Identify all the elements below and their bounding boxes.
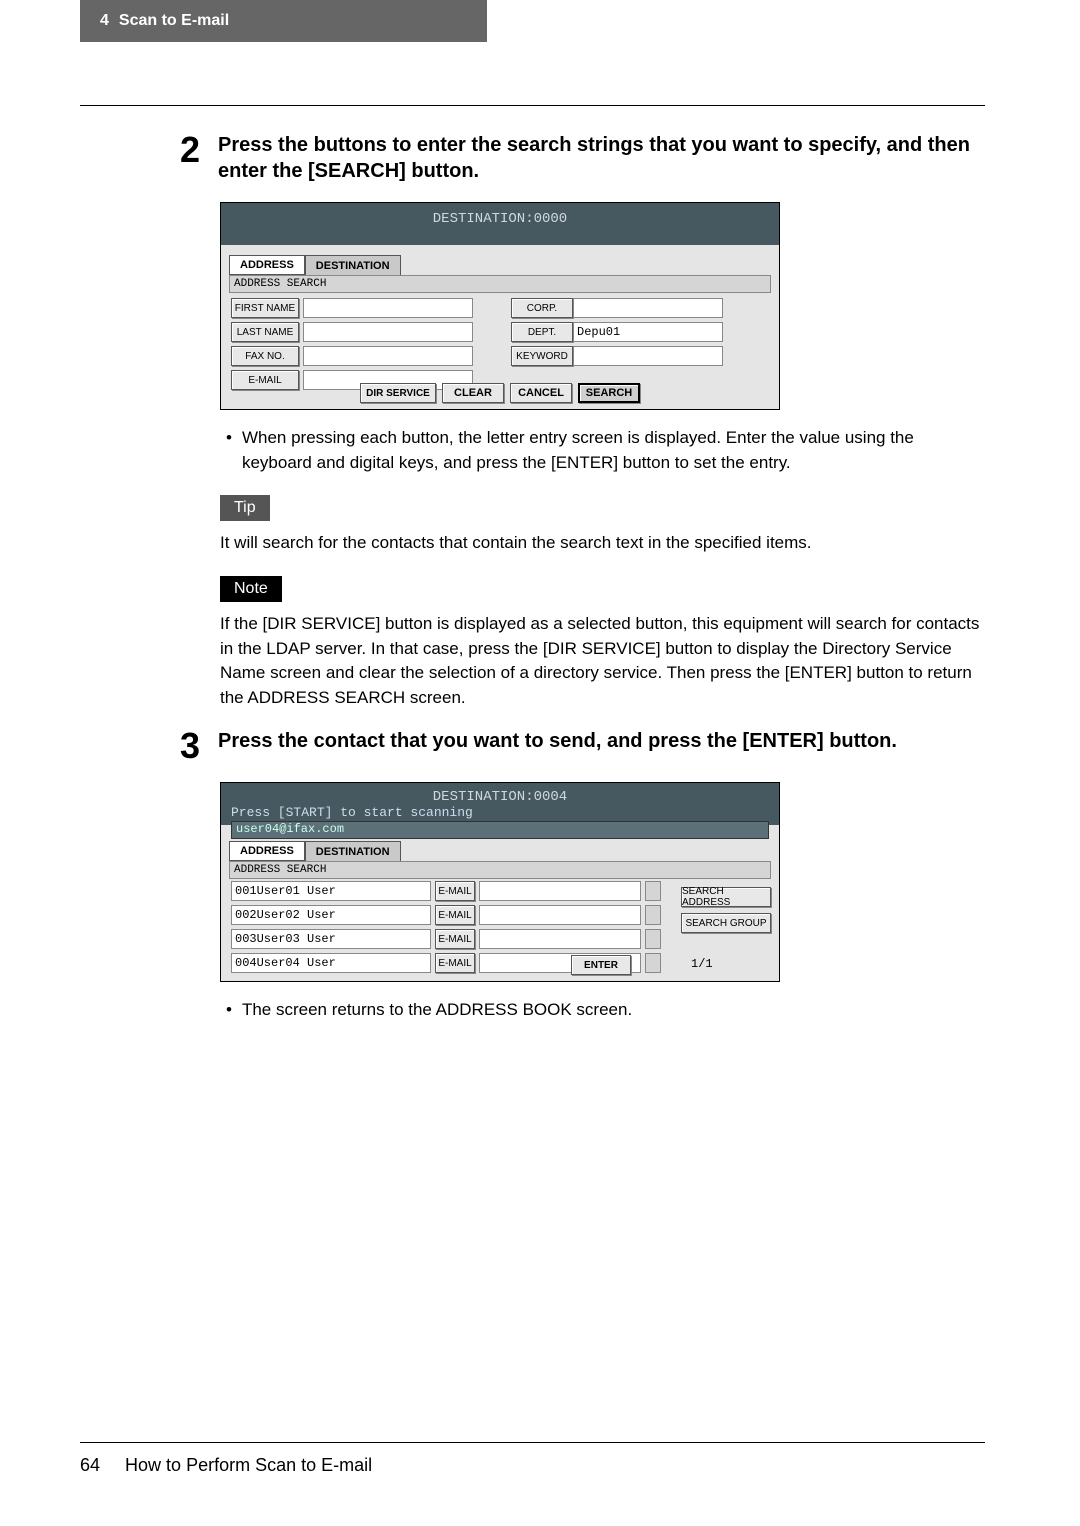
user-name: 002User02 User	[231, 905, 431, 925]
scroll-cell	[645, 929, 661, 949]
user-row-1[interactable]: 001User01 User E-MAIL	[231, 881, 661, 901]
blank-field	[479, 905, 641, 925]
destination-title: DESTINATION:0000	[221, 211, 779, 227]
blank-field	[479, 929, 641, 949]
step-number: 3	[180, 728, 218, 764]
dir-service-button[interactable]: DIR SERVICE	[360, 383, 436, 403]
scroll-cell	[645, 953, 661, 973]
tip-text: It will search for the contacts that con…	[220, 531, 985, 556]
corp-field[interactable]	[573, 298, 723, 318]
email-btn[interactable]: E-MAIL	[435, 929, 475, 949]
email-btn[interactable]: E-MAIL	[435, 881, 475, 901]
bullet-text: The screen returns to the ADDRESS BOOK s…	[242, 998, 985, 1023]
user-name: 001User01 User	[231, 881, 431, 901]
dept-field[interactable]: Depu01	[573, 322, 723, 342]
page-indicator: 1/1	[691, 957, 713, 971]
note-label: Note	[220, 576, 282, 602]
user-name: 003User03 User	[231, 929, 431, 949]
bullet-1: • When pressing each button, the letter …	[220, 426, 985, 475]
bottom-buttons: DIR SERVICE CLEAR CANCEL SEARCH	[221, 383, 779, 403]
scroll-cell	[645, 905, 661, 925]
start-line: Press [START] to start scanning	[231, 805, 473, 820]
first-name-field[interactable]	[303, 298, 473, 318]
blank-field	[479, 881, 641, 901]
bullet-text: When pressing each button, the letter en…	[242, 426, 985, 475]
screenshot-search: DESTINATION:0000 ADDRESS DESTINATION ADD…	[220, 202, 780, 410]
tab-bar: ADDRESS DESTINATION	[229, 255, 401, 275]
corp-button[interactable]: CORP.	[511, 298, 573, 318]
bullet-dot: •	[226, 998, 232, 1023]
scroll-cell	[645, 881, 661, 901]
chapter-header: 4 Scan to E-mail	[80, 0, 487, 42]
search-address-button[interactable]: SEARCH ADDRESS	[681, 887, 771, 907]
screenshot-results: DESTINATION:0004 Press [START] to start …	[220, 782, 780, 982]
bullet-2: • The screen returns to the ADDRESS BOOK…	[220, 998, 985, 1023]
step-2: 2 Press the buttons to enter the search …	[180, 132, 985, 184]
bullet-dot: •	[226, 426, 232, 475]
selected-user: user04@ifax.com	[231, 821, 769, 839]
tab-address[interactable]: ADDRESS	[229, 255, 305, 275]
email-btn[interactable]: E-MAIL	[435, 905, 475, 925]
destination-title: DESTINATION:0004	[221, 789, 779, 805]
keyword-field[interactable]	[573, 346, 723, 366]
page-number: 64	[80, 1455, 100, 1475]
keyword-button[interactable]: KEYWORD	[511, 346, 573, 366]
search-button[interactable]: SEARCH	[578, 383, 640, 403]
step-number: 2	[180, 132, 218, 184]
chapter-title: Scan to E-mail	[119, 12, 229, 30]
first-name-button[interactable]: FIRST NAME	[231, 298, 299, 318]
tab-address[interactable]: ADDRESS	[229, 841, 305, 861]
chapter-number: 4	[100, 12, 109, 30]
subbar: ADDRESS SEARCH	[229, 275, 771, 293]
tab-destination[interactable]: DESTINATION	[305, 841, 401, 861]
fax-no-field[interactable]	[303, 346, 473, 366]
user-name: 004User04 User	[231, 953, 431, 973]
dept-button[interactable]: DEPT.	[511, 322, 573, 342]
search-group-button[interactable]: SEARCH GROUP	[681, 913, 771, 933]
clear-button[interactable]: CLEAR	[442, 383, 504, 403]
step-instruction: Press the contact that you want to send,…	[218, 728, 985, 764]
step-3: 3 Press the contact that you want to sen…	[180, 728, 985, 764]
last-name-field[interactable]	[303, 322, 473, 342]
user-row-2[interactable]: 002User02 User E-MAIL	[231, 905, 661, 925]
email-btn[interactable]: E-MAIL	[435, 953, 475, 973]
tab-bar: ADDRESS DESTINATION	[229, 841, 401, 861]
step-instruction: Press the buttons to enter the search st…	[218, 132, 985, 184]
page-content: 2 Press the buttons to enter the search …	[80, 105, 985, 1023]
tip-label: Tip	[220, 495, 270, 521]
note-text: If the [DIR SERVICE] button is displayed…	[220, 612, 985, 711]
page-footer: 64 How to Perform Scan to E-mail	[80, 1442, 985, 1476]
enter-button[interactable]: ENTER	[571, 955, 631, 975]
subbar: ADDRESS SEARCH	[229, 861, 771, 879]
user-row-3[interactable]: 003User03 User E-MAIL	[231, 929, 661, 949]
last-name-button[interactable]: LAST NAME	[231, 322, 299, 342]
tab-destination[interactable]: DESTINATION	[305, 255, 401, 275]
footer-title: How to Perform Scan to E-mail	[125, 1455, 372, 1475]
cancel-button[interactable]: CANCEL	[510, 383, 572, 403]
fax-no-button[interactable]: FAX NO.	[231, 346, 299, 366]
